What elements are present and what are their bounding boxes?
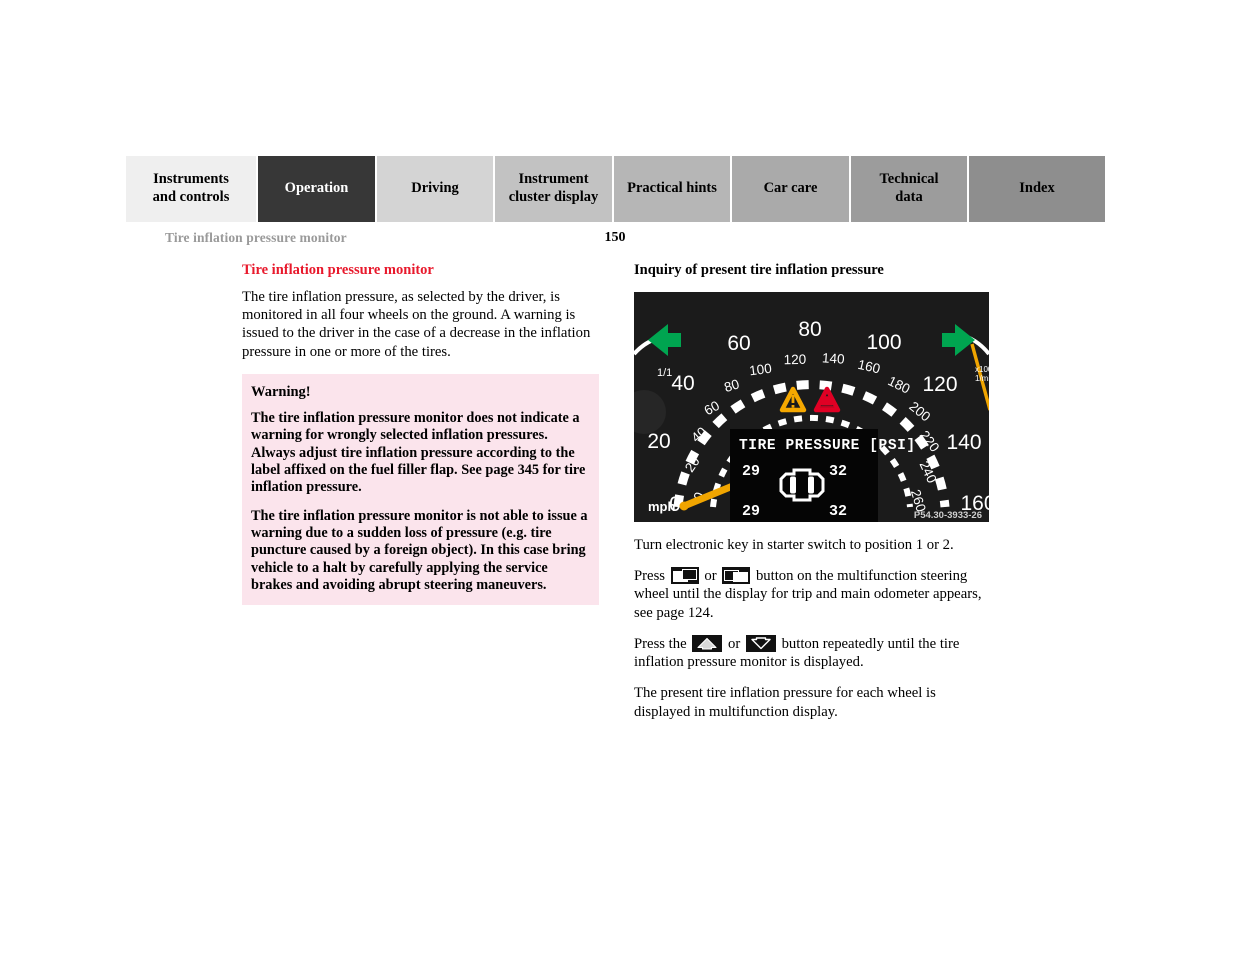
multifunction-left-window-button-icon (670, 567, 699, 585)
warning-paragraph-2: The tire inflation pressure monitor is n… (251, 507, 588, 594)
pressure-rear-left: 29 (742, 503, 760, 520)
instrument-cluster-figure: 1/1 x100 1/min 0 20 40 60 80 100 (634, 292, 989, 522)
pressure-front-left: 29 (742, 463, 760, 480)
chapter-tab-bar: Instruments and controls Operation Drivin… (126, 156, 1109, 222)
running-head: Tire inflation pressure monitor 150 (165, 230, 1110, 250)
instruction-step-2: Press or button on the multifunction ste… (634, 567, 989, 622)
figure-caption-code: P54.30-3933-26 (914, 510, 982, 521)
tab-driving[interactable]: Driving (377, 156, 495, 222)
speedometer-unit-mph: mph (648, 499, 676, 514)
instruction-step-3: Press the or button repeatedly until the… (634, 634, 989, 671)
svg-text:1/1: 1/1 (657, 367, 672, 379)
tab-instrument-cluster-display[interactable]: Instrument cluster display (495, 156, 614, 222)
warning-box: Warning! The tire inflation pressure mon… (242, 373, 599, 606)
tab-car-care[interactable]: Car care (732, 156, 851, 222)
multifunction-right-window-button-icon (722, 567, 751, 585)
svg-text:20: 20 (647, 430, 670, 453)
svg-text:60: 60 (727, 332, 750, 355)
instruction-step-4: The present tire inflation pressure for … (634, 685, 936, 720)
page-number: 150 (604, 230, 626, 245)
warning-paragraph-1: The tire inflation pressure monitor does… (251, 409, 586, 496)
warning-title: Warning! (251, 383, 311, 400)
step-2-or: or (704, 568, 717, 585)
tab-label: Driving (411, 180, 459, 197)
intro-paragraph: The tire inflation pressure, as selected… (242, 289, 591, 360)
tab-operation[interactable]: Operation (258, 156, 377, 222)
svg-text:x100: x100 (975, 365, 989, 374)
tab-index[interactable]: Index (969, 156, 1105, 222)
step-3-or: or (727, 635, 741, 652)
multifunction-down-arrow-button-icon (745, 634, 776, 652)
tab-label: Index (1019, 180, 1055, 197)
svg-text:120: 120 (784, 352, 807, 367)
instruction-step-1: Turn electronic key in starter switch to… (634, 537, 954, 553)
tab-label: Car care (763, 180, 818, 197)
left-column: Tire inflation pressure monitor The tire… (242, 262, 599, 606)
tab-label: Instruments and controls (152, 171, 230, 205)
display-title: TIRE PRESSURE [PSI] (739, 438, 916, 454)
running-head-title: Tire inflation pressure monitor (165, 230, 347, 245)
pressure-rear-right: 32 (829, 503, 847, 520)
tab-instruments-and-controls[interactable]: Instruments and controls (126, 156, 258, 222)
tab-technical-data[interactable]: Technical data (851, 156, 969, 222)
tab-label: Practical hints (627, 180, 717, 197)
svg-text:80: 80 (798, 318, 821, 341)
svg-text:140: 140 (822, 350, 846, 367)
section-title-tire-inflation-pressure-monitor: Tire inflation pressure monitor (242, 262, 434, 278)
step-2-text-a: Press (634, 568, 666, 585)
svg-text:1/min: 1/min (975, 374, 989, 383)
multifunction-up-arrow-button-icon (692, 634, 723, 652)
tab-label: Operation (284, 180, 349, 197)
step-3-text-a: Press the (634, 635, 687, 652)
tab-label: Instrument cluster display (508, 171, 599, 205)
svg-text:120: 120 (922, 373, 957, 396)
pressure-front-right: 32 (829, 463, 847, 480)
svg-text:40: 40 (671, 372, 694, 395)
section-title-inquiry-of-present-tire-inflation-pressure: Inquiry of present tire inflation pressu… (634, 262, 884, 278)
right-column: Inquiry of present tire inflation pressu… (634, 262, 989, 721)
tab-label: Technical data (879, 171, 939, 205)
svg-text:100: 100 (866, 331, 901, 354)
svg-text:140: 140 (946, 431, 981, 454)
svg-text:100: 100 (748, 361, 772, 379)
tab-practical-hints[interactable]: Practical hints (614, 156, 732, 222)
